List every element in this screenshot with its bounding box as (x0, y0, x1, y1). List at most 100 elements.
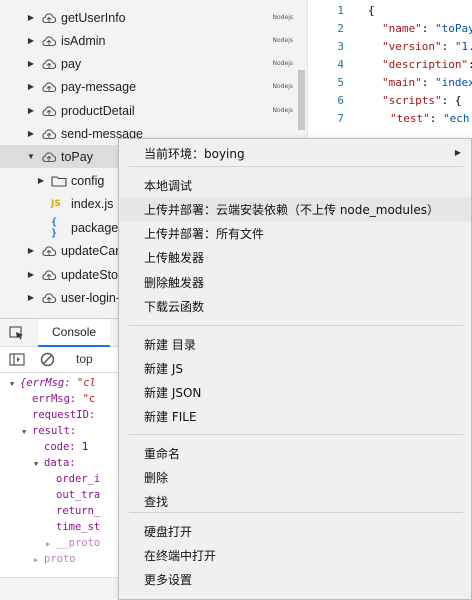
console-line[interactable]: ▼ {errMsg: "cl (10, 377, 96, 393)
console-key: out_tra (56, 489, 101, 501)
tab-console[interactable]: Console (38, 319, 111, 347)
code-line: 4 "description": " (308, 58, 472, 76)
menu-item[interactable]: 删除 (120, 465, 471, 489)
code-text: "scripts": { (382, 94, 461, 107)
menu-item[interactable]: 新建 目录 (120, 332, 471, 356)
code-line: 2 "name": "toPay (308, 22, 472, 40)
tree-item[interactable]: ▶ isAdmin Nodejs (0, 29, 297, 52)
json-key: "version" (382, 40, 442, 53)
console-value: 1 (75, 441, 89, 453)
expand-down-icon[interactable]: ▼ (22, 428, 32, 436)
tree-item[interactable]: ▶ getUserInfo Nodejs (0, 6, 297, 29)
console-line[interactable]: ▼ data: (34, 457, 76, 473)
expand-right-icon[interactable]: ▶ (34, 556, 44, 564)
tree-scrollbar[interactable] (298, 70, 305, 130)
show-sidebar-icon[interactable] (9, 353, 25, 366)
chevron-down-icon[interactable]: ▼ (26, 152, 36, 162)
menu-item[interactable]: 新建 JSON (120, 381, 471, 405)
menu-item[interactable]: 上传触发器 (120, 246, 471, 270)
chevron-right-icon[interactable]: ▶ (26, 246, 36, 256)
clear-console-icon[interactable] (40, 352, 55, 367)
tree-item[interactable]: ▶ pay-message Nodejs (0, 75, 297, 98)
menu-separator (129, 325, 463, 326)
json-key: "test" (390, 112, 430, 125)
menu-item[interactable]: 本地调试 (120, 173, 471, 197)
console-key: time_st (56, 521, 101, 533)
json-colon: : (421, 76, 435, 89)
console-key: proto (44, 553, 76, 565)
tree-item-label: isAdmin (61, 33, 106, 48)
folder-icon (51, 175, 67, 187)
cloud-function-icon (41, 245, 57, 257)
console-key: data: (44, 457, 76, 469)
menu-item[interactable]: 重命名 (120, 441, 471, 465)
json-value: "index (435, 76, 472, 89)
json-colon: : (429, 112, 443, 125)
menu-item[interactable]: 上传并部署：所有文件 (120, 222, 471, 246)
execution-context-select[interactable]: top (76, 352, 93, 366)
expand-down-icon[interactable]: ▼ (34, 460, 44, 468)
menu-item[interactable]: 删除触发器 (120, 270, 471, 294)
chevron-right-icon[interactable]: ▶ (26, 82, 36, 92)
console-line[interactable]: out_tra (46, 489, 100, 505)
console-line[interactable]: time_st (46, 521, 100, 537)
console-line[interactable]: requestID: (22, 409, 95, 425)
chevron-right-icon[interactable]: ▶ (26, 13, 36, 23)
json-file-icon: { } (51, 216, 58, 239)
chevron-right-icon[interactable]: ▶ (26, 59, 36, 69)
chevron-right-icon[interactable]: ▶ (36, 176, 46, 186)
menu-separator (129, 434, 463, 435)
menu-separator (129, 166, 463, 167)
menu-item[interactable]: 更多设置 (120, 568, 471, 592)
console-line[interactable]: ▼ result: (22, 425, 76, 441)
tree-item[interactable]: ▶ pay Nodejs (0, 52, 297, 75)
cloud-function-icon (41, 81, 57, 93)
json-key: "main" (382, 76, 422, 89)
context-menu: 当前环境：boying ▶ 本地调试 上传并部署：云端安装依赖（不上传 node_mo… (118, 138, 472, 600)
chevron-right-icon[interactable]: ▶ (26, 106, 36, 116)
tree-item-label: toPay (61, 149, 93, 164)
menu-item[interactable]: 上传并部署：云端安装依赖（不上传 node_modules） (120, 197, 471, 222)
console-line[interactable]: errMsg: "c (22, 393, 95, 409)
console-key: code: (44, 441, 76, 453)
code-text: "test": "ech (390, 112, 470, 125)
expand-down-icon[interactable]: ▼ (10, 380, 20, 388)
console-key: {errMsg: (20, 377, 71, 389)
menu-item[interactable]: 新建 JS (120, 356, 471, 380)
tree-item-label: index.js (71, 196, 114, 211)
tree-item-label: pay-message (61, 79, 137, 94)
menu-item-current-env[interactable]: 当前环境：boying ▶ (120, 141, 471, 165)
menu-item[interactable]: 查找 (120, 490, 471, 514)
chevron-right-icon[interactable]: ▶ (26, 36, 36, 46)
console-value: "cl (70, 377, 96, 389)
console-line[interactable]: order_i (46, 473, 100, 489)
cloud-function-icon (41, 151, 57, 163)
menu-item[interactable]: 新建 FILE (120, 405, 471, 429)
json-key: "name" (382, 22, 422, 35)
submenu-arrow-icon: ▶ (454, 148, 461, 157)
js-file-icon: JS (51, 198, 61, 209)
menu-item[interactable]: 下载云函数 (120, 295, 471, 319)
console-line[interactable]: ▶ proto (34, 553, 76, 569)
cloud-function-icon (41, 58, 57, 70)
chevron-right-icon[interactable]: ▶ (26, 270, 36, 280)
menu-item[interactable]: 硬盘打开 (120, 519, 471, 543)
inspect-element-icon[interactable] (9, 326, 24, 340)
console-key: result: (32, 425, 77, 437)
expand-right-icon[interactable]: ▶ (46, 540, 56, 548)
console-line[interactable]: return_ (46, 505, 100, 521)
menu-separator (129, 512, 463, 513)
chevron-right-icon[interactable]: ▶ (26, 129, 36, 139)
json-colon: : (441, 94, 455, 107)
console-line[interactable]: ▶ __proto (46, 537, 100, 553)
json-key: "description" (382, 58, 469, 71)
chevron-right-icon[interactable]: ▶ (26, 293, 36, 303)
code-text: { (368, 4, 375, 17)
tree-item[interactable]: ▶ productDetail Nodejs (0, 99, 297, 122)
menu-item[interactable]: 在终端中打开 (120, 543, 471, 567)
code-text: "description": " (382, 58, 472, 71)
code-line: 1{ (308, 4, 472, 22)
tree-item-label: updateSto (61, 267, 118, 282)
console-line[interactable]: code: 1 (34, 441, 88, 457)
runtime-badge: Nodejs (272, 83, 293, 90)
